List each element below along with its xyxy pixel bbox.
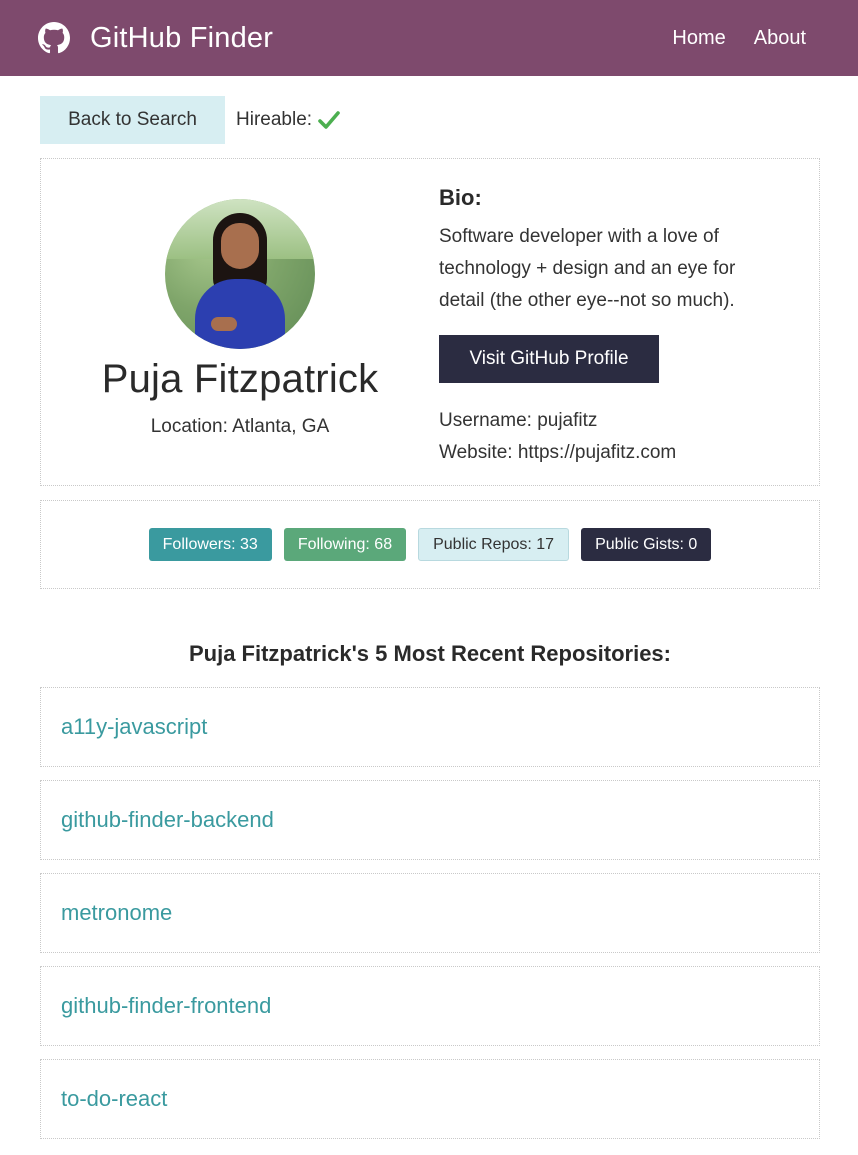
repos-heading: Puja Fitzpatrick's 5 Most Recent Reposit… (188, 641, 671, 666)
repo-link[interactable]: a11y-javascript (61, 714, 207, 740)
brand[interactable]: GitHub Finder (38, 22, 273, 55)
repo-list: a11y-javascript github-finder-backend me… (40, 687, 820, 1139)
repo-item: github-finder-frontend (40, 966, 820, 1046)
main-content: Back to Search Hireable: Puja Fitzpatric… (0, 96, 858, 1139)
following-badge: Following: 68 (283, 528, 407, 561)
check-icon (318, 111, 340, 129)
stats-card: Followers: 33 Following: 68 Public Repos… (40, 500, 820, 589)
profile-website: Website: https://pujafitz.com (439, 442, 677, 463)
profile-info-list: Username: pujafitz Website: https://puja… (439, 405, 819, 469)
repo-link[interactable]: github-finder-frontend (61, 993, 271, 1019)
hireable-status: Hireable: (236, 109, 340, 131)
repo-link[interactable]: to-do-react (61, 1086, 167, 1112)
profile-username: Username: pujafitz (439, 410, 598, 431)
public-repos-badge: Public Repos: 17 (418, 528, 570, 561)
github-icon (38, 22, 70, 54)
visit-github-profile-button[interactable]: Visit GitHub Profile (439, 335, 659, 383)
repo-link[interactable]: github-finder-backend (61, 807, 274, 833)
navbar: GitHub Finder Home About (0, 0, 858, 76)
profile-location: Location: Atlanta, GA (150, 416, 330, 437)
hireable-label: Hireable: (236, 109, 313, 130)
profile-card: Puja Fitzpatrick Location: Atlanta, GA B… (40, 158, 820, 486)
followers-badge: Followers: 33 (148, 528, 272, 561)
repo-item: metronome (40, 873, 820, 953)
profile-details: Bio: Software developer with a love of t… (439, 159, 819, 485)
nav-links: Home About (672, 27, 806, 50)
back-to-search-button[interactable]: Back to Search (40, 96, 225, 144)
bio-text: Software developer with a love of techno… (439, 226, 736, 311)
nav-about-link[interactable]: About (754, 27, 806, 50)
repo-item: to-do-react (40, 1059, 820, 1139)
avatar (165, 199, 315, 349)
repo-link[interactable]: metronome (61, 900, 172, 926)
profile-summary: Puja Fitzpatrick Location: Atlanta, GA (41, 159, 439, 485)
top-row: Back to Search Hireable: (40, 96, 820, 144)
public-gists-badge: Public Gists: 0 (581, 528, 712, 561)
repo-item: github-finder-backend (40, 780, 820, 860)
repo-item: a11y-javascript (40, 687, 820, 767)
bio-heading: Bio: (439, 185, 482, 210)
profile-name: Puja Fitzpatrick (101, 357, 379, 401)
app-title: GitHub Finder (90, 21, 274, 54)
nav-home-link[interactable]: Home (672, 27, 725, 50)
